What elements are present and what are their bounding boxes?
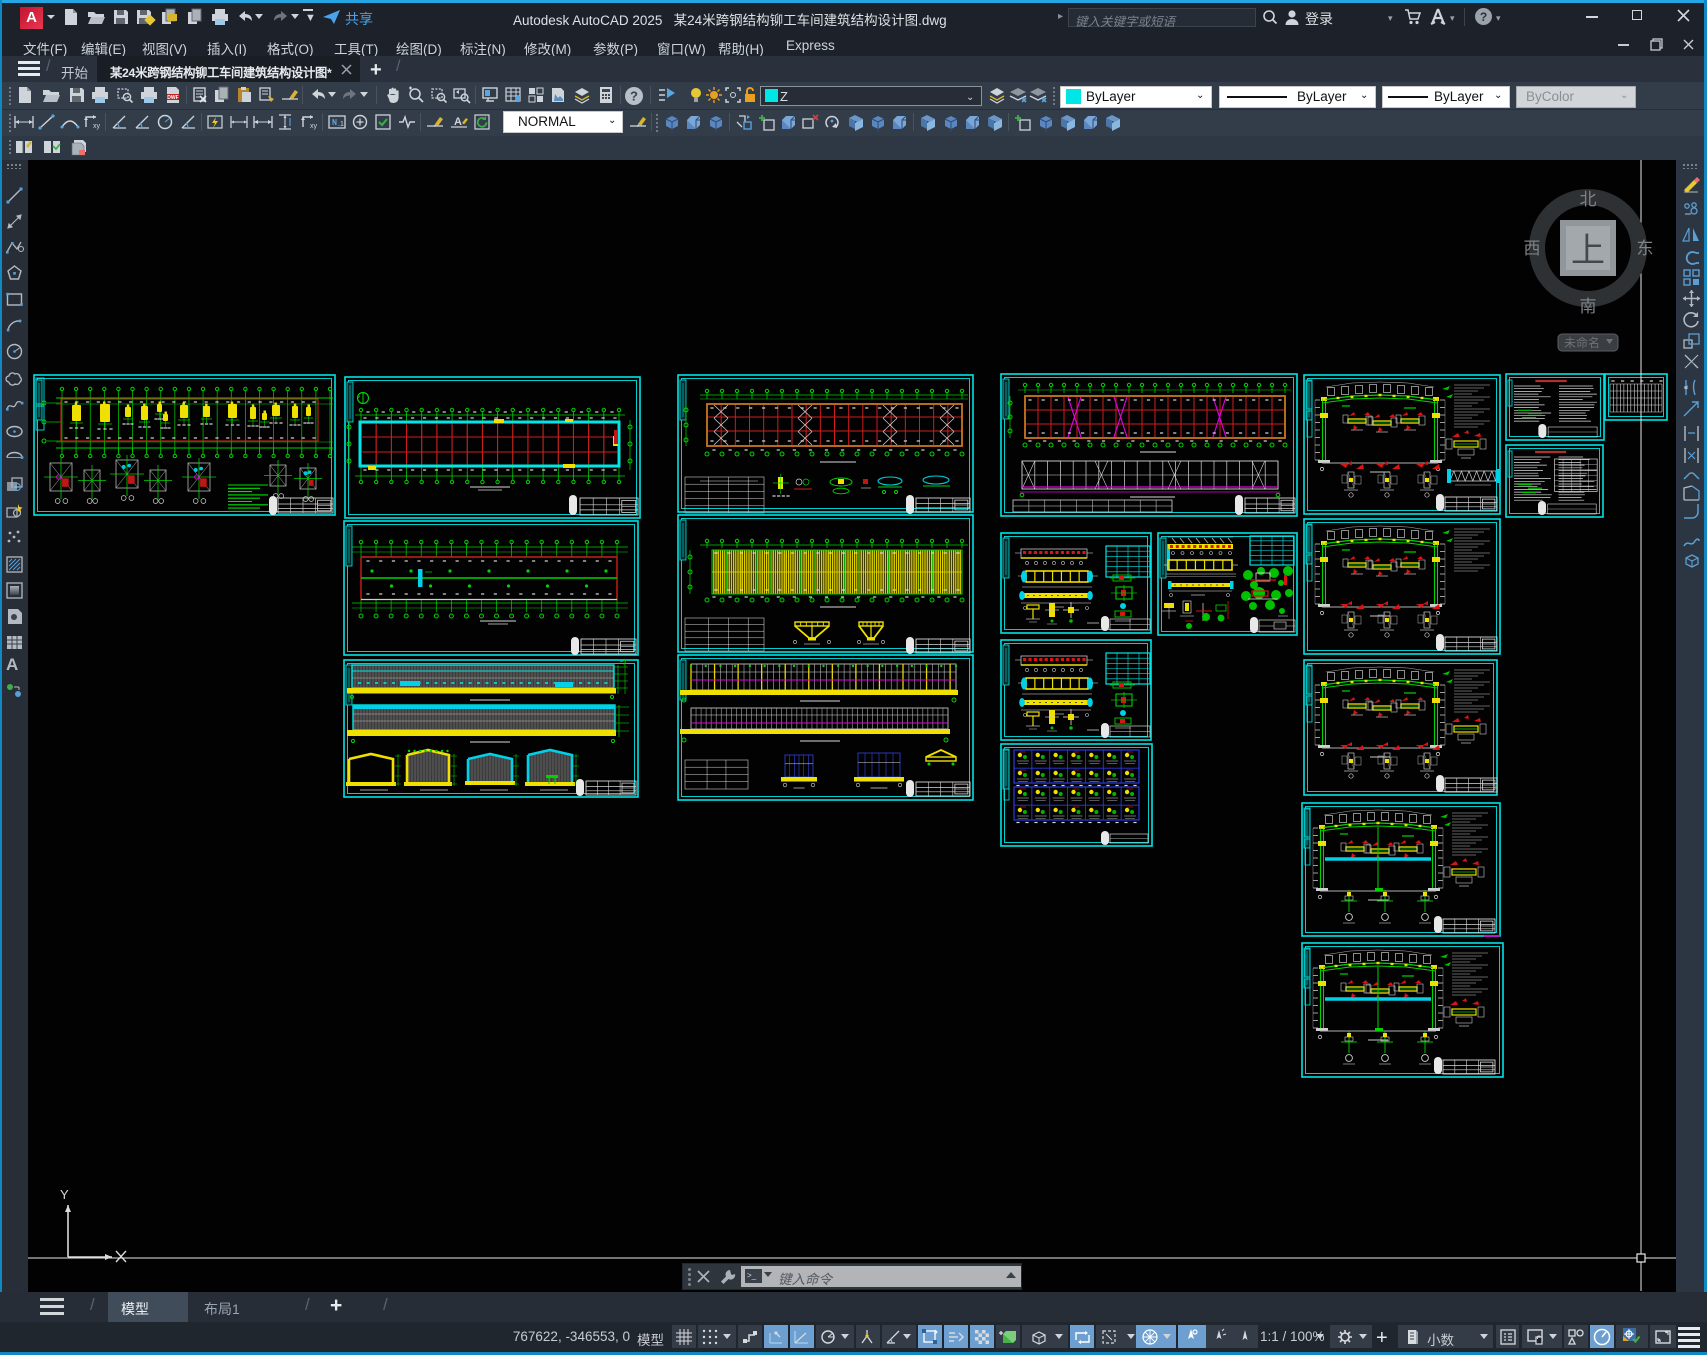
svg-text:xy: xy — [310, 123, 317, 130]
svg-text:上: 上 — [1571, 232, 1605, 270]
svg-text:.1: .1 — [338, 121, 344, 128]
svg-text:西: 西 — [1524, 239, 1541, 258]
svg-text:东: 东 — [1637, 239, 1654, 258]
svg-text:北: 北 — [1580, 190, 1597, 209]
svg-text:DWF: DWF — [167, 95, 178, 101]
svg-text:未命名: 未命名 — [1564, 335, 1600, 350]
svg-text:南: 南 — [1580, 297, 1597, 316]
svg-text:A: A — [454, 116, 462, 128]
svg-text:xy: xy — [93, 123, 100, 130]
svg-text:?: ? — [1480, 10, 1487, 24]
svg-text:Y: Y — [60, 1187, 69, 1202]
svg-text:?: ? — [630, 89, 638, 104]
